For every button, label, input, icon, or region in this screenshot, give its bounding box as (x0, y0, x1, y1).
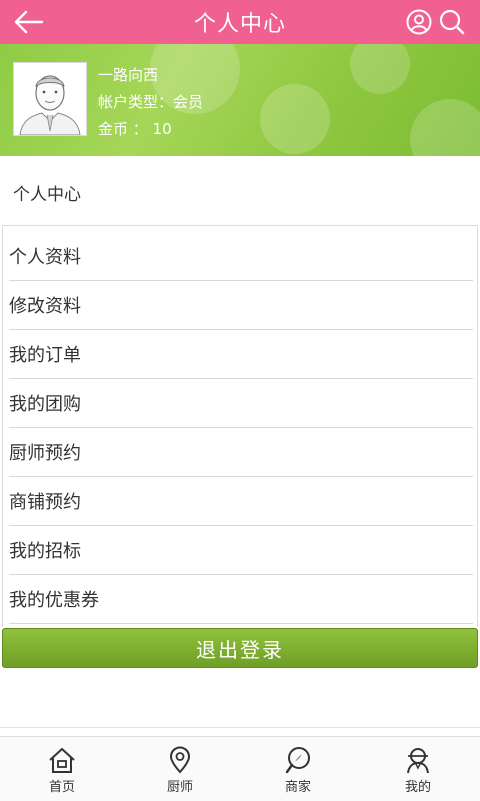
user-circle-icon (406, 9, 432, 35)
avatar-person-icon (19, 75, 81, 136)
username: 一路向西 (98, 66, 159, 84)
profile-icon (407, 748, 429, 774)
home-icon (49, 748, 75, 773)
menu-item-coupons[interactable]: 我的优惠券 (3, 575, 473, 623)
nav-chefs[interactable]: 厨师 (120, 737, 240, 801)
nav-mine[interactable]: 我的 (358, 737, 478, 801)
logout-button[interactable]: 退出登录 (2, 628, 478, 668)
coin-balance: 金币 ： 10 (98, 120, 172, 138)
search-button[interactable] (438, 8, 466, 36)
account-type: 帐户类型：会员 (98, 93, 204, 111)
nav-label: 商家 (284, 780, 311, 795)
menu-item-edit-profile[interactable]: 修改资料 (3, 281, 473, 329)
bottom-nav: 首页 厨师 商家 我的 (0, 736, 480, 801)
profile-card: 一路向西 帐户类型：会员 金币 ： 10 (0, 44, 480, 156)
back-button[interactable] (12, 8, 44, 36)
menu-item-chef-booking[interactable]: 厨师预约 (3, 428, 473, 476)
menu-item-group-buys[interactable]: 我的团购 (3, 379, 473, 427)
nav-merchants[interactable]: 商家 (238, 737, 358, 801)
divider (0, 727, 480, 728)
menu-item-tenders[interactable]: 我的招标 (3, 526, 473, 574)
menu-item-shop-booking[interactable]: 商铺预约 (3, 477, 473, 525)
bokeh-decoration (260, 84, 330, 154)
nav-label: 我的 (404, 780, 431, 795)
nav-home[interactable]: 首页 (2, 737, 122, 801)
bokeh-decoration (410, 99, 480, 156)
top-bar: 个人中心 (0, 0, 480, 44)
nav-label: 厨师 (166, 780, 193, 795)
user-button[interactable] (406, 9, 432, 35)
divider (9, 623, 473, 624)
section-title: 个人中心 (13, 185, 81, 205)
avatar[interactable] (13, 62, 87, 136)
location-pin-icon (169, 746, 191, 774)
menu-item-profile[interactable]: 个人资料 (3, 232, 473, 280)
compass-search-icon (285, 747, 310, 774)
page-title: 个人中心 (193, 12, 286, 37)
menu-item-orders[interactable]: 我的订单 (3, 330, 473, 378)
bokeh-decoration (350, 44, 410, 94)
menu-list: 个人资料 修改资料 我的订单 我的团购 厨师预约 商铺预约 我的招标 我的优惠券 (2, 225, 478, 627)
search-icon (439, 9, 465, 35)
nav-label: 首页 (48, 780, 75, 795)
back-arrow-icon (14, 10, 44, 34)
